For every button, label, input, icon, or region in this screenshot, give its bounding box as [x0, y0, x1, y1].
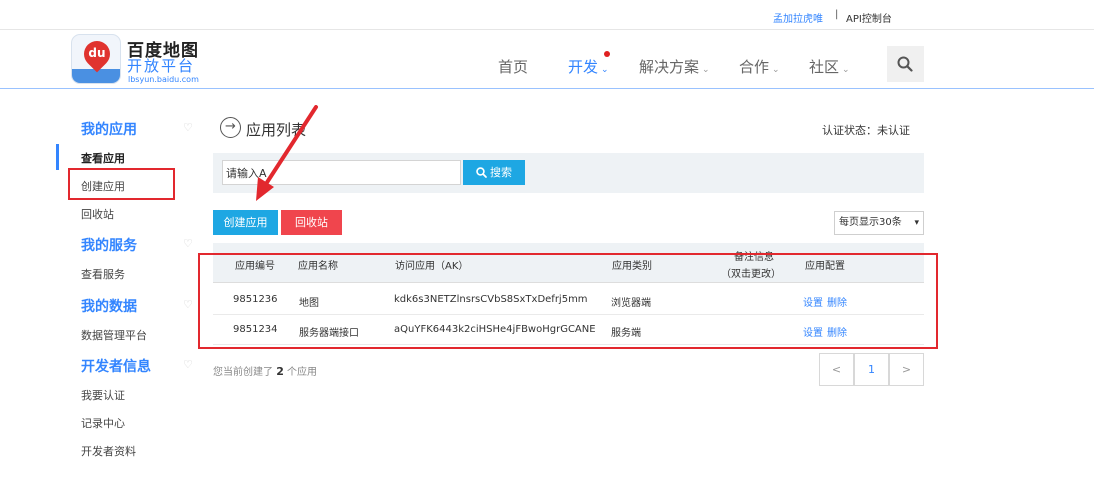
heart-icon: ♡: [183, 121, 193, 134]
sidebar-item-view-services[interactable]: 查看服务: [81, 266, 125, 282]
arrow-circle-icon: →: [220, 117, 241, 138]
sidebar-item-data-platform[interactable]: 数据管理平台: [81, 327, 147, 343]
brand-url: lbsyun.baidu.com: [128, 75, 199, 84]
search-button[interactable]: 搜索: [463, 160, 525, 185]
chevron-down-icon: ⌄: [772, 65, 780, 75]
sidebar-active-indicator: [56, 144, 59, 170]
create-app-button[interactable]: 创建应用: [213, 210, 278, 235]
header-divider: [0, 88, 1094, 89]
api-console-link[interactable]: API控制台: [846, 10, 892, 25]
recycle-bin-button[interactable]: 回收站: [281, 210, 342, 235]
per-page-select[interactable]: 每页显示30条 ▾: [834, 211, 924, 235]
heart-icon: ♡: [183, 358, 193, 371]
heart-icon: ♡: [183, 298, 193, 311]
sidebar-heading-my-apps[interactable]: 我的应用: [81, 119, 137, 139]
sidebar-heading-developer-info[interactable]: 开发者信息: [81, 356, 151, 376]
nav-home[interactable]: 首页: [498, 56, 528, 77]
sidebar-heading-my-services[interactable]: 我的服务: [81, 235, 137, 255]
sidebar-item-certify[interactable]: 我要认证: [81, 387, 125, 403]
topbar-separator: |: [835, 9, 839, 20]
annotation-box-app-table: [198, 253, 938, 349]
nav-community[interactable]: 社区 ⌄: [809, 56, 850, 77]
annotation-arrow-icon: [256, 105, 318, 201]
nav-solutions[interactable]: 解决方案 ⌄: [639, 56, 710, 77]
baidu-map-logo-icon[interactable]: du: [71, 34, 121, 84]
sidebar-item-recycle-bin[interactable]: 回收站: [81, 206, 114, 222]
pagination-prev[interactable]: <: [819, 353, 854, 386]
sidebar-item-view-apps[interactable]: 查看应用: [81, 150, 125, 166]
sidebar-heading-my-data[interactable]: 我的数据: [81, 296, 137, 316]
nav-cooperation[interactable]: 合作 ⌄: [739, 56, 780, 77]
heart-icon: ♡: [183, 237, 193, 250]
topbar-divider: [0, 29, 1094, 30]
search-icon: [476, 167, 487, 178]
notification-dot: [604, 51, 610, 57]
top-utility-bar: 孟加拉虎唯 | API控制台: [0, 0, 1094, 30]
logo-text: du: [88, 46, 106, 60]
search-icon: [897, 56, 913, 72]
username-link[interactable]: 孟加拉虎唯: [773, 10, 823, 25]
sidebar-item-developer-profile[interactable]: 开发者资料: [81, 443, 136, 459]
certification-status: 认证状态：未认证: [822, 124, 910, 137]
app-count-summary: 您当前创建了 2 个应用: [213, 365, 318, 378]
sidebar-item-record-center[interactable]: 记录中心: [81, 415, 125, 431]
chevron-down-icon: ⌄: [702, 65, 710, 75]
dropdown-arrow-icon: ▾: [914, 218, 919, 228]
app-count: 2: [276, 365, 284, 378]
chevron-down-icon: ⌄: [601, 65, 609, 75]
header-search-button[interactable]: [887, 46, 924, 82]
brand-subtitle[interactable]: 开放平台: [127, 55, 195, 76]
chevron-down-icon: ⌄: [842, 65, 850, 75]
pagination-next[interactable]: >: [889, 353, 924, 386]
pagination-page[interactable]: 1: [854, 353, 889, 386]
nav-develop[interactable]: 开发 ⌄: [568, 56, 609, 77]
annotation-box-create-app: [68, 168, 175, 200]
